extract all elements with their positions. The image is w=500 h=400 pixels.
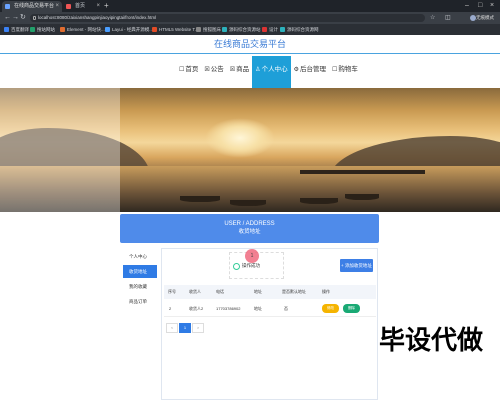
watermark-text: 毕设代做 bbox=[379, 326, 484, 356]
bookmark-item[interactable]: Layui - 经典开源模... bbox=[105, 24, 153, 35]
products-icon: ☒ bbox=[229, 67, 236, 73]
boat bbox=[230, 200, 266, 206]
bookmark-item[interactable]: 源码综合资源网 bbox=[280, 24, 319, 35]
section-title-en: USER / ADDRESS bbox=[224, 221, 275, 227]
column-header: 序号 bbox=[168, 289, 176, 294]
bookmark-item[interactable]: 源码综合资源站 bbox=[222, 24, 261, 35]
prev-page-button[interactable]: < bbox=[166, 323, 178, 333]
back-icon[interactable]: ← bbox=[4, 12, 11, 24]
nav-label: 首页 bbox=[185, 66, 199, 73]
bookmark-item[interactable]: Element - 网站快... bbox=[60, 24, 105, 35]
tab-favicon-icon bbox=[66, 4, 71, 9]
section-title-cn: 收货地址 bbox=[238, 229, 261, 235]
next-page-button[interactable]: > bbox=[192, 323, 204, 333]
nav-label: 商品 bbox=[236, 66, 250, 73]
nav-label: 个人中心 bbox=[261, 66, 288, 73]
nav-home[interactable]: ☐首页 bbox=[176, 56, 201, 88]
user-sidebar: 个人中心 收货地址 我的收藏 商品订单 bbox=[123, 250, 157, 310]
column-header: 电话 bbox=[216, 289, 224, 294]
nav-admin[interactable]: ⚙后台管理 bbox=[291, 56, 329, 88]
minimize-icon[interactable]: – bbox=[465, 0, 469, 12]
marker-number: 1 bbox=[250, 253, 254, 259]
home-icon: ☐ bbox=[179, 67, 185, 73]
column-header: 收货人 bbox=[189, 289, 201, 294]
bookmark-item[interactable]: 设计 bbox=[262, 24, 278, 35]
hero-banner bbox=[0, 88, 500, 212]
table-row: 2 收货人2 17703786902 地址 否 修改 删除 bbox=[164, 300, 376, 317]
cell-receiver: 收货人2 bbox=[189, 306, 204, 311]
nav-announcement[interactable]: ☒公告 bbox=[201, 56, 226, 88]
toast-text: 操作成功 bbox=[242, 263, 260, 268]
cell-default: 否 bbox=[284, 306, 288, 311]
dock bbox=[300, 170, 425, 174]
column-header: 地址 bbox=[254, 289, 262, 294]
tab-title: 在线商品交易平台 bbox=[14, 3, 55, 9]
bookmarks-bar: 百度翻译 搜站网站 Element - 网站快... Layui - 经典开源模… bbox=[0, 24, 500, 35]
edit-button[interactable]: 修改 bbox=[322, 304, 339, 313]
title-divider bbox=[0, 53, 500, 54]
banner-overlay bbox=[0, 88, 120, 212]
maximize-icon[interactable]: □ bbox=[478, 0, 482, 12]
address-content: 操作成功 1 + 添加收货地址 序号 收货人 电话 地址 是否默认地址 操作 2… bbox=[161, 248, 378, 400]
reload-icon[interactable]: ↻ bbox=[20, 12, 26, 24]
user-icon: ♙ bbox=[255, 67, 261, 73]
sidebar-item-orders[interactable]: 商品订单 bbox=[123, 295, 157, 308]
nav-label: 后台管理 bbox=[299, 66, 326, 73]
column-header: 操作 bbox=[322, 289, 330, 294]
page-1-button[interactable]: 1 bbox=[179, 323, 191, 333]
bookmark-item[interactable]: 搜站网站 bbox=[30, 24, 55, 35]
sidebar-item-personal-center[interactable]: 个人中心 bbox=[123, 250, 157, 263]
cart-icon: ☐ bbox=[331, 67, 338, 73]
nav-label: 公告 bbox=[210, 66, 224, 73]
tab-favicon-icon bbox=[5, 4, 10, 9]
close-window-icon[interactable]: × bbox=[490, 0, 494, 12]
nav-label: 购物车 bbox=[338, 66, 358, 73]
bookmark-item[interactable]: 搜狐图床 bbox=[196, 24, 221, 35]
boat bbox=[300, 198, 338, 204]
new-tab-icon[interactable]: + bbox=[104, 0, 109, 12]
close-tab-icon[interactable]: × bbox=[96, 1, 100, 12]
boat bbox=[180, 196, 220, 202]
bookmark-item[interactable]: 百度翻译 bbox=[4, 24, 29, 35]
gear-icon: ⚙ bbox=[293, 67, 299, 73]
browser-tab-active[interactable]: 在线商品交易平台 × bbox=[2, 1, 62, 12]
site-title: 在线商品交易平台 bbox=[213, 39, 286, 49]
boat bbox=[345, 194, 379, 200]
profile-name: 无痕模式 bbox=[476, 15, 494, 20]
browser-tab-bar: 在线商品交易平台 × 首页 × + – □ × bbox=[0, 0, 500, 12]
delete-button[interactable]: 删除 bbox=[343, 304, 360, 313]
forward-icon[interactable]: → bbox=[12, 12, 19, 24]
url-text: localhost:8080/zaixianshangpinjiaoyiping… bbox=[38, 15, 157, 20]
column-header: 是否默认地址 bbox=[282, 289, 306, 294]
nav-products[interactable]: ☒商品 bbox=[227, 56, 252, 88]
nav-personal-center[interactable]: ♙个人中心 bbox=[252, 56, 291, 88]
sidebar-item-favorites[interactable]: 我的收藏 bbox=[123, 280, 157, 293]
sun-glow bbox=[205, 118, 275, 158]
tab-title: 首页 bbox=[75, 3, 86, 9]
cell-address: 地址 bbox=[254, 306, 262, 311]
nav-cart[interactable]: ☐购物车 bbox=[329, 56, 361, 88]
address-toolbar: ← → ↻ localhost:8080/zaixianshangpinjiao… bbox=[0, 12, 500, 24]
star-icon[interactable]: ☆ bbox=[430, 14, 435, 22]
add-address-label: 添加收货地址 bbox=[344, 263, 372, 268]
extensions-icon[interactable]: ◫ bbox=[445, 14, 451, 22]
section-header: USER / ADDRESS 收货地址 bbox=[120, 214, 379, 243]
add-address-button[interactable]: + 添加收货地址 bbox=[340, 259, 373, 272]
click-marker: 1 bbox=[245, 249, 259, 263]
cell-index: 2 bbox=[169, 306, 172, 311]
sidebar-item-address[interactable]: 收货地址 bbox=[123, 265, 157, 278]
success-icon bbox=[233, 263, 240, 270]
url-field[interactable]: localhost:8080/zaixianshangpinjiaoyiping… bbox=[30, 14, 425, 22]
site-info-icon[interactable] bbox=[33, 16, 36, 20]
main-nav: ☐首页 ☒公告 ☒商品 ♙个人中心 ⚙后台管理 ☐购物车 bbox=[176, 56, 361, 88]
table-header: 序号 收货人 电话 地址 是否默认地址 操作 bbox=[164, 285, 376, 299]
bookmark-item[interactable]: HTML5 Website T... bbox=[152, 24, 198, 35]
cell-phone: 17703786902 bbox=[216, 306, 241, 311]
announcement-icon: ☒ bbox=[204, 67, 210, 73]
browser-tab[interactable]: 首页 × bbox=[63, 1, 103, 12]
close-tab-icon[interactable]: × bbox=[55, 1, 59, 12]
pagination: < 1 > bbox=[166, 323, 205, 333]
